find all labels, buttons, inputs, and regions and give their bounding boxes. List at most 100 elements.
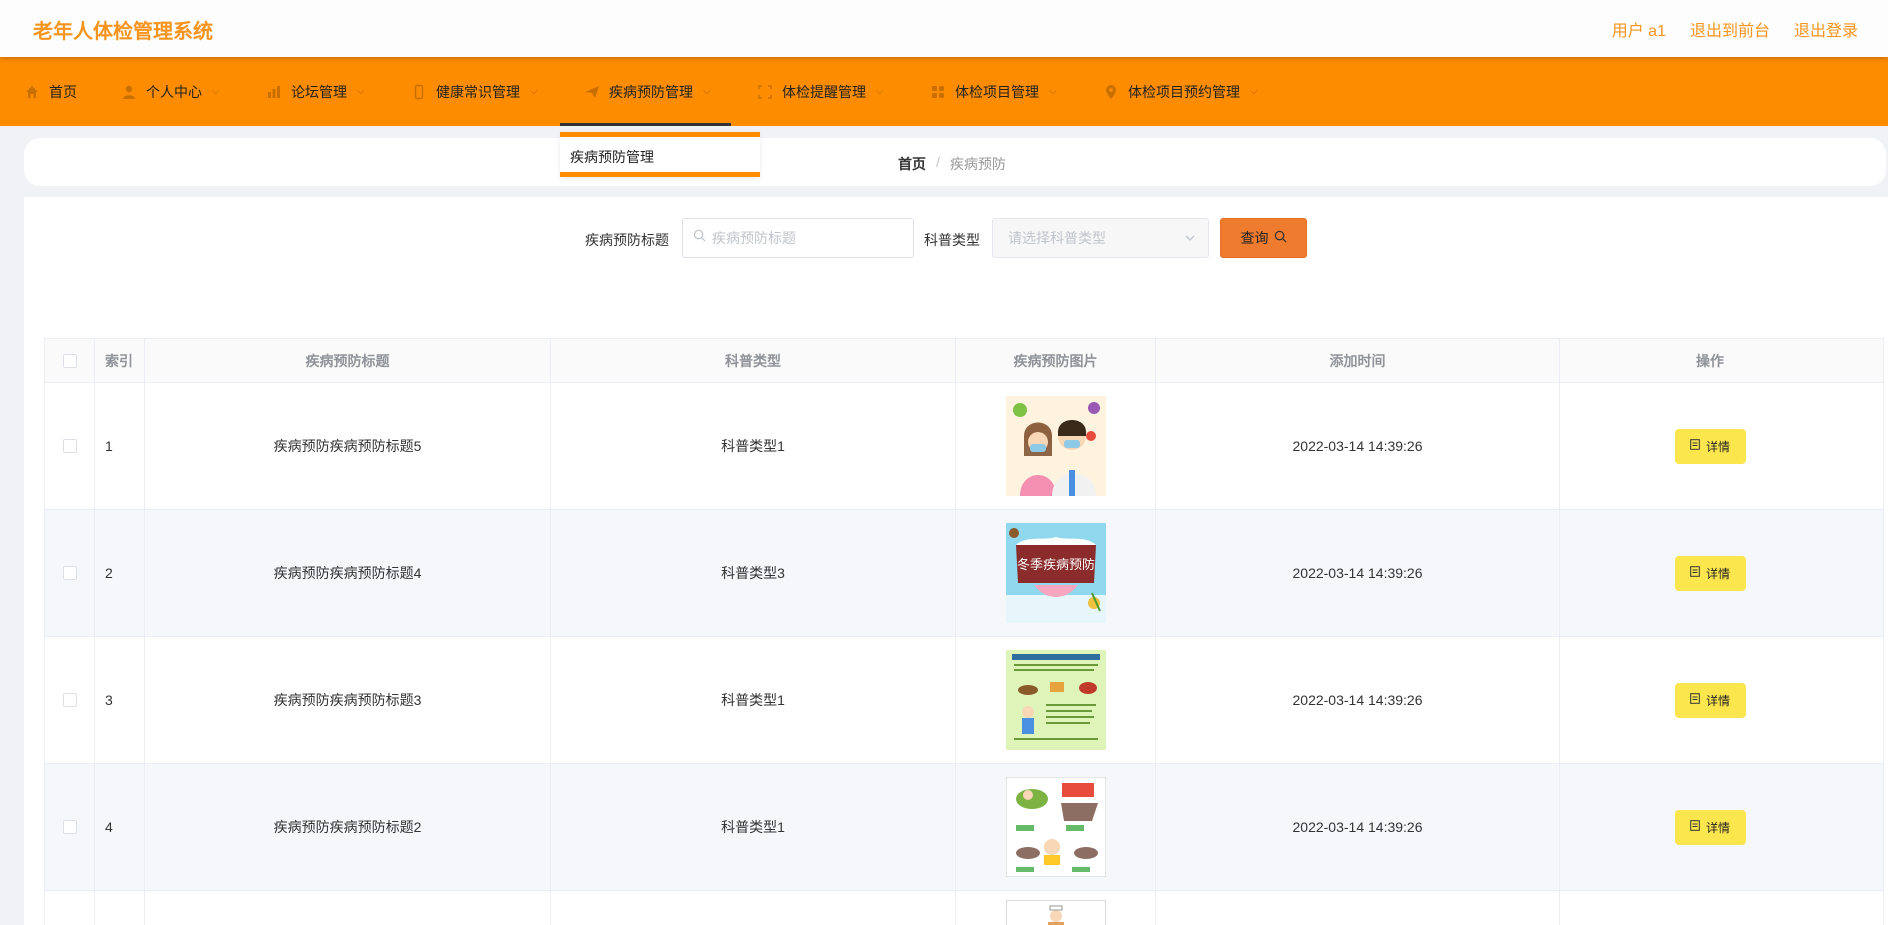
health-poster-image [1005, 650, 1106, 750]
prevention-tips-image [1005, 777, 1106, 877]
chevron-down-icon: ⌵ [212, 86, 220, 97]
nav-label: 首页 [49, 83, 77, 100]
row-checkbox[interactable] [62, 693, 77, 707]
cell-index: 3 [95, 637, 145, 763]
main-nav: 首页 个人中心 ⌵ 论坛管理 ⌵ 健康常识管理 ⌵ 疾病预防管理 ⌵ 体检提醒管… [0, 57, 1888, 126]
nav-item-home[interactable]: 首页 [24, 57, 77, 126]
row-checkbox[interactable] [62, 439, 77, 453]
query-button[interactable]: 查询 [1220, 218, 1307, 258]
nav-dropdown-menu: 疾病预防管理 [560, 132, 760, 177]
detail-button[interactable]: 详情 [1674, 428, 1746, 464]
app-title: 老年人体检管理系统 [33, 21, 213, 43]
home-icon [24, 84, 40, 100]
svg-text:冬季疾病预防: 冬季疾病预防 [1016, 557, 1094, 573]
cell-image [956, 637, 1156, 763]
table-header: 索引 疾病预防标题 科普类型 疾病预防图片 添加时间 操作 [45, 339, 1883, 383]
detail-button-label: 详情 [1705, 820, 1730, 835]
cell-action: 详情 [1560, 637, 1860, 763]
header-cell-action: 操作 [1696, 352, 1724, 369]
nav-label: 论坛管理 [291, 83, 347, 100]
back-to-frontend-link[interactable]: 退出到前台 [1690, 17, 1770, 41]
cell-type: 科普类型1 [551, 637, 956, 763]
chevron-down-icon: ⌵ [357, 86, 365, 97]
logout-link[interactable]: 退出登录 [1794, 17, 1858, 41]
nav-label: 体检提醒管理 [782, 83, 866, 100]
cell-action: 详情 [1560, 764, 1860, 890]
cell-action [1560, 891, 1860, 925]
row-checkbox[interactable] [62, 820, 77, 834]
chart-icon [266, 84, 282, 100]
cell-select [45, 383, 95, 509]
cell-title: 疾病预防疾病预防标题5 [145, 383, 551, 509]
header-cell-image: 疾病预防图片 [956, 339, 1156, 382]
cell-action: 详情 [1560, 383, 1860, 509]
chevron-down-icon: ⌵ [1049, 86, 1057, 97]
detail-button-label: 详情 [1705, 693, 1730, 708]
select-all-checkbox[interactable] [62, 353, 77, 368]
document-icon [1690, 820, 1700, 834]
cell-time [1156, 891, 1560, 925]
cell-select [45, 510, 95, 636]
cell-select [45, 637, 95, 763]
send-icon [584, 84, 600, 100]
cell-type: 科普类型1 [551, 383, 956, 509]
cell-type: 科普类型1 [551, 764, 956, 890]
cell-image: 冬季疾病预防 [956, 510, 1156, 636]
cell-image [956, 764, 1156, 890]
search-icon [1274, 230, 1287, 246]
table-row: 3 疾病预防疾病预防标题3 科普类型1 2022-03-14 14:39:26 [45, 637, 1883, 764]
nav-item-checkup-booking[interactable]: 体检项目预约管理 ⌵ [1103, 57, 1258, 126]
document-icon [1690, 693, 1700, 707]
header-cell-index: 索引 [95, 339, 145, 382]
breadcrumb-current: 疾病预防 [949, 156, 1006, 172]
location-icon [1103, 84, 1119, 100]
chevron-down-icon: ⌵ [530, 86, 538, 97]
table-row: 2 疾病预防疾病预防标题4 科普类型3 冬季疾病预防 2022-03-14 14… [45, 510, 1883, 637]
cell-type: 科普类型3 [551, 510, 956, 636]
cell-image [956, 891, 1156, 925]
user-link[interactable]: 用户 a1 [1612, 17, 1666, 41]
search-form: 疾病预防标题 科普类型 请选择科普类型 查询 [24, 218, 1888, 258]
chevron-down-icon: ⌵ [703, 86, 711, 97]
table-row: 4 疾病预防疾病预防标题2 科普类型1 2022-03-14 14:39:26 [45, 764, 1883, 891]
title-search-label: 疾病预防标题 [585, 232, 669, 248]
nav-item-checkup-items[interactable]: 体检项目管理 ⌵ [930, 57, 1057, 126]
search-icon [693, 229, 706, 247]
frame-icon [757, 84, 773, 100]
detail-button[interactable]: 详情 [1674, 682, 1746, 718]
cell-action: 详情 [1560, 510, 1860, 636]
cell-type [551, 891, 956, 925]
detail-button-label: 详情 [1705, 566, 1730, 581]
table-row: 1 疾病预防疾病预防标题5 科普类型1 2022-03-14 14:39:26 [45, 383, 1883, 510]
type-select-placeholder: 请选择科普类型 [1008, 230, 1106, 246]
breadcrumb-separator: / [936, 154, 940, 170]
cell-time: 2022-03-14 14:39:26 [1156, 764, 1560, 890]
nav-item-checkup-reminder[interactable]: 体检提醒管理 ⌵ [757, 57, 884, 126]
nav-item-disease-prevention[interactable]: 疾病预防管理 ⌵ [560, 57, 731, 126]
nav-label: 健康常识管理 [436, 83, 520, 100]
type-select-label: 科普类型 [924, 232, 980, 248]
type-select[interactable]: 请选择科普类型 [992, 218, 1209, 258]
detail-button-label: 详情 [1705, 439, 1730, 454]
cell-title: 疾病预防疾病预防标题4 [145, 510, 551, 636]
title-search-input[interactable] [712, 230, 902, 246]
breadcrumb-home[interactable]: 首页 [898, 154, 926, 174]
nav-item-forum[interactable]: 论坛管理 ⌵ [266, 57, 365, 126]
cell-index: 4 [95, 764, 145, 890]
top-links: 用户 a1 退出到前台 退出登录 [1612, 17, 1858, 41]
cell-index: 1 [95, 383, 145, 509]
header-cell-select [45, 339, 95, 382]
row-checkbox[interactable] [62, 566, 77, 580]
nav-label: 体检项目管理 [955, 83, 1039, 100]
document-icon [1690, 439, 1700, 453]
detail-button[interactable]: 详情 [1674, 809, 1746, 845]
cell-title: 疾病预防疾病预防标题3 [145, 637, 551, 763]
nav-item-personal-center[interactable]: 个人中心 ⌵ [121, 57, 220, 126]
dropdown-item-disease-prevention[interactable]: 疾病预防管理 [570, 147, 750, 167]
phone-icon [411, 84, 427, 100]
title-search-field[interactable] [682, 218, 914, 258]
detail-button[interactable]: 详情 [1674, 555, 1746, 591]
nav-label: 体检项目预约管理 [1128, 83, 1240, 100]
cell-image [956, 383, 1156, 509]
nav-item-health-knowledge[interactable]: 健康常识管理 ⌵ [411, 57, 538, 126]
